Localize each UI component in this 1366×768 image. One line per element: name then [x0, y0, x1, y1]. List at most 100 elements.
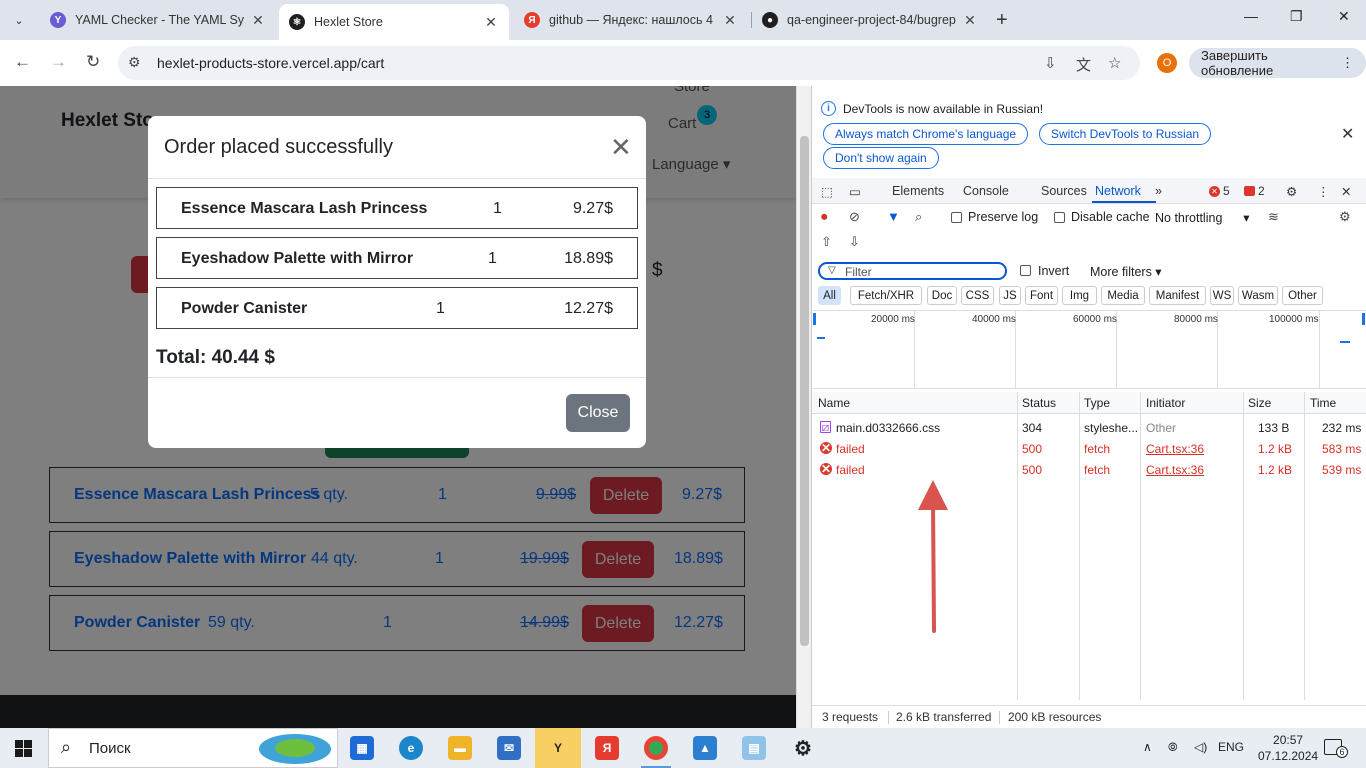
taskbar-settings-app[interactable]: ⚙ — [780, 728, 826, 768]
tab-network[interactable]: Network — [1095, 184, 1141, 198]
tab-yaml-checker[interactable]: Y YAML Checker - The YAML Synt ✕ — [40, 4, 276, 36]
request-initiator-link[interactable]: Cart.tsx:36 — [1146, 463, 1204, 477]
forward-icon[interactable]: → — [50, 52, 67, 72]
bookmark-star-icon[interactable]: ☆ — [1108, 54, 1121, 72]
modal-close-button[interactable]: Close — [566, 394, 630, 432]
back-icon[interactable]: ← — [14, 52, 31, 72]
tab-github[interactable]: ● qa-engineer-project-84/bugrep ✕ — [752, 4, 988, 36]
column-name[interactable]: Name — [818, 396, 850, 410]
filter-chip-media[interactable]: Media — [1101, 286, 1145, 305]
filter-chip-manifest[interactable]: Manifest — [1149, 286, 1206, 305]
volume-icon[interactable]: ◁) — [1194, 740, 1207, 754]
filter-chip-other[interactable]: Other — [1282, 286, 1323, 305]
tab-yandex-search[interactable]: Я github — Яндекс: нашлось 4 т ✕ — [514, 4, 748, 36]
network-icon[interactable]: ⦾ — [1168, 740, 1178, 755]
input-language[interactable]: ENG — [1218, 740, 1244, 754]
column-size[interactable]: Size — [1248, 396, 1271, 410]
always-match-language-button[interactable]: Always match Chrome's language — [823, 123, 1029, 145]
network-timeline-overview[interactable]: 20000 ms 40000 ms 60000 ms 80000 ms 1000… — [813, 310, 1366, 389]
filter-chip-ws[interactable]: WS — [1210, 286, 1234, 305]
modal-close-icon[interactable]: ✕ — [610, 134, 632, 160]
export-har-icon[interactable]: ⇩ — [849, 234, 860, 250]
throttling-select[interactable]: No throttling ▾ — [1155, 210, 1250, 225]
site-info-icon[interactable]: ⚙ — [128, 54, 141, 71]
install-app-icon[interactable]: ⇩ — [1044, 54, 1057, 72]
devtools-settings-icon[interactable]: ⚙ — [1286, 184, 1297, 199]
taskbar-clock[interactable]: 20:57 07.12.2024 — [1258, 732, 1318, 764]
tab-sources[interactable]: Sources — [1041, 184, 1087, 198]
filter-chip-img[interactable]: Img — [1062, 286, 1097, 305]
taskbar-notepad-app[interactable]: ▤ — [731, 728, 777, 768]
update-browser-button[interactable]: Завершить обновление ⋮ — [1189, 48, 1366, 78]
invert-checkbox[interactable] — [1020, 265, 1031, 276]
column-initiator[interactable]: Initiator — [1146, 396, 1185, 410]
windows-start-icon[interactable] — [15, 740, 32, 757]
tab-elements[interactable]: Elements — [892, 184, 944, 198]
page-scrollbar-thumb[interactable] — [800, 136, 809, 646]
error-count-badge[interactable]: ✕ 5 — [1209, 184, 1230, 198]
filter-chip-js[interactable]: JS — [999, 286, 1021, 305]
filter-chip-all[interactable]: All — [818, 286, 841, 305]
issue-count-badge[interactable]: 2 — [1244, 184, 1265, 198]
window-close-icon[interactable]: ✕ — [1338, 8, 1350, 25]
inspect-element-icon[interactable]: ⬚ — [821, 184, 833, 199]
column-status[interactable]: Status — [1022, 396, 1056, 410]
clear-icon[interactable]: ⊘ — [849, 209, 860, 225]
close-tab-icon[interactable]: ✕ — [722, 12, 738, 29]
filter-chip-fetch-xhr[interactable]: Fetch/XHR — [850, 286, 922, 305]
more-panels-icon[interactable]: » — [1155, 184, 1162, 198]
page-scrollbar[interactable] — [796, 86, 811, 728]
devtools-close-icon[interactable]: ✕ — [1341, 184, 1351, 199]
request-row[interactable]: ⧄ main.d0332666.css 304 styleshe... Othe… — [812, 417, 1366, 438]
disable-cache-checkbox[interactable] — [1054, 212, 1065, 223]
taskbar-yandex-browser-app[interactable]: Y — [535, 728, 581, 768]
translate-icon[interactable]: 文 — [1076, 54, 1091, 75]
new-tab-button[interactable]: + — [996, 9, 1008, 32]
url-text[interactable]: hexlet-products-store.vercel.app/cart — [157, 55, 384, 71]
record-icon[interactable]: ⏺ — [821, 209, 828, 225]
filter-chip-css[interactable]: CSS — [961, 286, 994, 305]
taskbar-edge-app[interactable]: e — [388, 728, 434, 768]
filter-input[interactable]: ▽ Filter — [818, 262, 1007, 280]
taskbar-photos-app[interactable]: ▲ — [682, 728, 728, 768]
devtools-menu-icon[interactable]: ⋮ — [1317, 184, 1330, 199]
filter-chip-wasm[interactable]: Wasm — [1238, 286, 1278, 305]
network-settings-icon[interactable]: ⚙ — [1339, 209, 1351, 225]
taskbar-mail-app[interactable]: ✉ — [486, 728, 532, 768]
infobar-close-icon[interactable]: ✕ — [1341, 124, 1354, 144]
network-conditions-icon[interactable]: ≋ — [1268, 209, 1279, 225]
preserve-log-checkbox[interactable] — [951, 212, 962, 223]
timeline-range-end-handle[interactable] — [1362, 313, 1365, 325]
taskbar-yandex-app[interactable]: Я — [584, 728, 630, 768]
close-tab-icon[interactable]: ✕ — [483, 14, 499, 31]
more-filters-dropdown[interactable]: More filters ▾ — [1090, 264, 1162, 279]
column-type[interactable]: Type — [1084, 396, 1110, 410]
address-bar[interactable]: ⚙ hexlet-products-store.vercel.app/cart … — [118, 46, 1140, 80]
reload-icon[interactable]: ↻ — [86, 52, 100, 72]
filter-toggle-icon[interactable]: ▼ — [887, 209, 900, 224]
taskbar-explorer-app[interactable]: ▬ — [437, 728, 483, 768]
timeline-range-start-handle[interactable] — [813, 313, 816, 325]
tray-chevron-icon[interactable]: ∧ — [1143, 740, 1152, 754]
request-initiator-link[interactable]: Cart.tsx:36 — [1146, 442, 1204, 456]
restore-icon[interactable]: ❐ — [1290, 8, 1303, 25]
request-row-failed[interactable]: ✕ failed 500 fetch Cart.tsx:36 1.2 kB 58… — [812, 438, 1366, 459]
taskbar-chrome-app[interactable] — [633, 728, 679, 768]
switch-to-russian-button[interactable]: Switch DevTools to Russian — [1039, 123, 1212, 145]
device-toolbar-icon[interactable]: ▭ — [849, 184, 861, 199]
filter-chip-doc[interactable]: Doc — [927, 286, 957, 305]
tab-hexlet-store[interactable]: ⚛ Hexlet Store ✕ — [279, 4, 509, 40]
request-row-failed[interactable]: ✕ failed 500 fetch Cart.tsx:36 1.2 kB 53… — [812, 459, 1366, 480]
close-tab-icon[interactable]: ✕ — [962, 12, 978, 29]
tab-search-button[interactable]: ⌄ — [6, 7, 32, 33]
import-har-icon[interactable]: ⇧ — [821, 234, 832, 250]
profile-avatar[interactable]: O — [1157, 53, 1177, 73]
minimize-icon[interactable]: — — [1244, 8, 1258, 24]
close-tab-icon[interactable]: ✕ — [250, 12, 266, 29]
taskbar-search-box[interactable]: ⌕ Поиск — [48, 728, 338, 768]
filter-chip-font[interactable]: Font — [1025, 286, 1058, 305]
taskbar-store-app[interactable]: ▦ — [339, 728, 385, 768]
dont-show-again-button[interactable]: Don't show again — [823, 147, 939, 169]
search-icon[interactable]: ⌕ — [915, 209, 922, 225]
tab-console[interactable]: Console — [963, 184, 1009, 198]
